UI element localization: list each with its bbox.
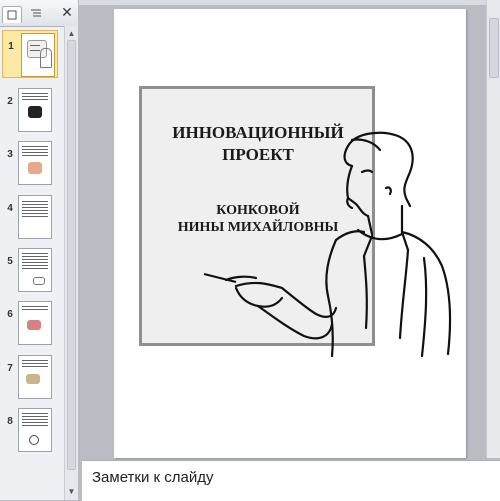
slide-number: 4	[7, 203, 13, 214]
scrollbar-thumb[interactable]	[489, 18, 499, 78]
slide-thumbnail-preview	[18, 88, 52, 132]
slide-number: 7	[7, 363, 13, 374]
scroll-up-icon[interactable]: ▲	[65, 28, 78, 40]
close-pane-button[interactable]: ✕	[58, 4, 76, 21]
slide-thumbnail-5[interactable]: 5	[0, 246, 66, 298]
slide-number: 1	[8, 41, 14, 52]
slides-pane: ✕ 1 2 3 4 5 6 7 8 ▲ ▼	[0, 0, 79, 500]
slide-thumbnail-preview	[18, 248, 52, 292]
slide-number: 6	[7, 309, 13, 320]
thumbnail-scrollbar[interactable]: ▲ ▼	[64, 26, 78, 500]
teacher-illustration	[203, 131, 452, 358]
close-icon: ✕	[61, 4, 73, 20]
slide-thumbnail-3[interactable]: 3	[0, 139, 66, 191]
slide-number: 8	[7, 416, 13, 427]
slide-number: 2	[7, 96, 13, 107]
top-ruler	[79, 0, 500, 5]
slide-thumbnail-6[interactable]: 6	[0, 299, 66, 351]
slide-number: 3	[7, 149, 13, 160]
outline-tab-icon	[31, 9, 41, 16]
slide-thumbnail-2[interactable]: 2	[0, 86, 66, 138]
notes-pane[interactable]: Заметки к слайду	[82, 460, 500, 501]
slide-thumbnail-4[interactable]: 4	[0, 193, 66, 245]
slide-thumbnail-preview	[18, 355, 52, 399]
notes-placeholder[interactable]: Заметки к слайду	[92, 469, 214, 486]
thumbnail-list: 1 2 3 4 5 6 7 8	[0, 28, 66, 500]
slides-tab[interactable]	[2, 6, 22, 23]
slide-thumbnail-preview	[18, 141, 52, 185]
slide-thumbnail-preview	[18, 408, 52, 452]
slide-number: 5	[7, 256, 13, 267]
slide-scrollbar[interactable]	[486, 0, 500, 458]
slide-thumbnail-preview	[18, 301, 52, 345]
slides-tab-icon	[7, 10, 17, 20]
scrollbar-thumb[interactable]	[67, 40, 76, 470]
outline-tab[interactable]	[24, 4, 48, 21]
slide-thumbnail-7[interactable]: 7	[0, 353, 66, 405]
slide-thumbnail-preview	[21, 33, 55, 77]
slide-thumbnail-preview	[18, 195, 52, 239]
pane-tabs: ✕	[0, 0, 78, 27]
slide-thumbnail-1[interactable]: 1	[2, 30, 58, 78]
slide-thumbnail-8[interactable]: 8	[0, 406, 66, 458]
scroll-down-icon[interactable]: ▼	[65, 486, 78, 498]
